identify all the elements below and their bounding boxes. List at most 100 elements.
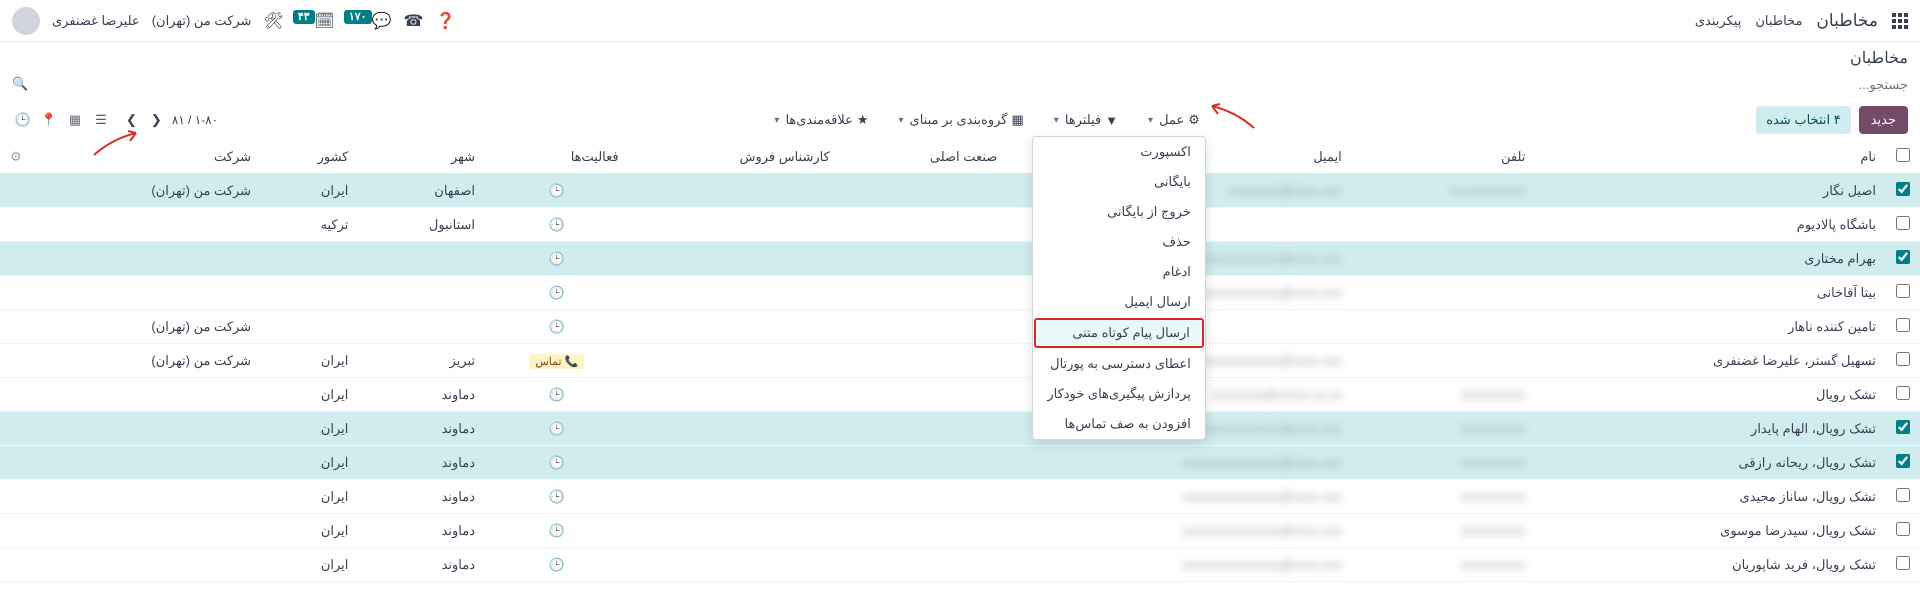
col-industry[interactable]: صنعت اصلی	[840, 140, 1007, 174]
activity-clock-icon[interactable]: 🕒	[549, 183, 565, 198]
action-menu-item[interactable]: افزودن به صف تماس‌ها	[1033, 409, 1205, 439]
col-phone[interactable]: تلفن	[1352, 140, 1536, 174]
activity-clock-icon[interactable]: 🕒	[549, 455, 565, 470]
row-checkbox[interactable]	[1896, 284, 1910, 298]
nav-link-contacts[interactable]: مخاطبان	[1755, 13, 1802, 29]
cell-country: ایران	[261, 412, 358, 446]
activity-clock-icon[interactable]: 🕒	[549, 319, 565, 334]
kanban-view-icon[interactable]: ▦	[64, 109, 86, 131]
row-checkbox[interactable]	[1896, 420, 1910, 434]
action-menu-item[interactable]: ارسال پیام کوتاه متنی	[1034, 318, 1204, 348]
row-checkbox[interactable]	[1896, 386, 1910, 400]
select-all-checkbox[interactable]	[1896, 148, 1910, 162]
user-name[interactable]: علیرضا غضنفری	[52, 13, 140, 29]
cell-email: xxxxxxxxxxxxxxx@xxxx.xxx	[1007, 480, 1352, 514]
action-menu-item[interactable]: اکسپورت	[1033, 137, 1205, 167]
table-row[interactable]: تشک رویالvvvvvvvvvvxxxxxxxx@xxxxx.xx.xx🕒…	[0, 378, 1920, 412]
cell-phone	[1352, 344, 1536, 378]
pager-next[interactable]: ❯	[122, 110, 141, 130]
col-country[interactable]: کشور	[261, 140, 358, 174]
table-row[interactable]: تسهیل گستر، علیرضا غضنفریxxxxxxxxxxxxxxx…	[0, 344, 1920, 378]
cell-industry	[840, 480, 1007, 514]
pager-prev[interactable]: ❮	[147, 110, 166, 130]
contacts-table: نام تلفن ایمیل صنعت اصلی کارشناس فروش فع…	[0, 140, 1920, 582]
messaging-icon[interactable]: 💬۱۷۰	[347, 11, 392, 31]
gear-icon: ⚙	[1188, 112, 1200, 128]
cell-company: شرکت من (تهران)	[32, 344, 261, 378]
help-icon[interactable]: ❓	[435, 11, 455, 31]
action-menu-item[interactable]: بایگانی	[1033, 167, 1205, 197]
row-checkbox[interactable]	[1896, 488, 1910, 502]
row-checkbox[interactable]	[1896, 522, 1910, 536]
table-row[interactable]: تشک رویال، فرید شاپوریانvvvvvvvvvvxxxxxx…	[0, 548, 1920, 582]
activity-clock-icon[interactable]: 🕒	[549, 285, 565, 300]
column-settings-icon[interactable]: ⚙	[10, 149, 22, 164]
action-menu-item[interactable]: حذف	[1033, 227, 1205, 257]
cell-name: باشگاه پالادیوم	[1535, 208, 1886, 242]
activity-clock-icon[interactable]: 🕒	[549, 523, 565, 538]
filters-trigger[interactable]: ▼ فیلترها	[1048, 108, 1124, 132]
calendar-icon[interactable]: 🗓۴۳	[296, 11, 335, 31]
nav-link-config[interactable]: پیکربندی	[1695, 13, 1741, 29]
col-company[interactable]: شرکت	[32, 140, 261, 174]
activity-clock-icon[interactable]: 🕒	[549, 557, 565, 572]
cell-activity: 🕒	[485, 446, 629, 480]
search-input[interactable]	[36, 77, 1908, 92]
row-checkbox[interactable]	[1896, 556, 1910, 570]
table-row[interactable]: تشک رویال، سیدرضا موسویvvvvvvvvvvxxxxxxx…	[0, 514, 1920, 548]
table-row[interactable]: اصیل نگارvv-vvvvvvvvvxxxxxxxx@xxxx.xxx🕒ا…	[0, 174, 1920, 208]
row-checkbox[interactable]	[1896, 216, 1910, 230]
cell-company: شرکت من (تهران)	[32, 310, 261, 344]
row-checkbox[interactable]	[1896, 454, 1910, 468]
action-menu-item[interactable]: پردازش پیگیری‌های خودکار	[1033, 379, 1205, 409]
cell-phone: vvvvvvvvvv	[1352, 446, 1536, 480]
action-menu-trigger[interactable]: ⚙ عمل	[1142, 108, 1206, 132]
cell-city: دماوند	[358, 412, 485, 446]
cell-country	[261, 242, 358, 276]
activity-clock-icon[interactable]: 🕒	[549, 387, 565, 402]
groupby-trigger[interactable]: ▦ گروه‌بندی بر مبنای	[893, 108, 1030, 132]
company-selector[interactable]: شرکت من (تهران)	[152, 13, 252, 29]
row-checkbox[interactable]	[1896, 318, 1910, 332]
table-row[interactable]: بیتا آقاخانیxxxxxxxxxxxxxxx@xxxx.xxx🕒	[0, 276, 1920, 310]
row-checkbox[interactable]	[1896, 250, 1910, 264]
table-row[interactable]: باشگاه پالادیوم🕒استانبولترکیه	[0, 208, 1920, 242]
col-city[interactable]: شهر	[358, 140, 485, 174]
activity-clock-icon[interactable]: 🕒	[549, 251, 565, 266]
col-salesperson[interactable]: کارشناس فروش	[629, 140, 840, 174]
list-view-icon[interactable]: ☰	[90, 109, 112, 131]
action-menu-item[interactable]: ادغام	[1033, 257, 1205, 287]
cell-country: ایران	[261, 480, 358, 514]
table-row[interactable]: تشک رویال، ریحانه رازقیvvvvvvvvvvxxxxxxx…	[0, 446, 1920, 480]
action-menu-item[interactable]: خروج از بایگانی	[1033, 197, 1205, 227]
selected-count-button[interactable]: ۴ انتخاب شده	[1756, 106, 1850, 134]
table-row[interactable]: تامین کننده ناهار🕒شرکت من (تهران)	[0, 310, 1920, 344]
cell-name: تشک رویال، الهام پایدار	[1535, 412, 1886, 446]
activity-phone-tag[interactable]: 📞 تماس	[529, 354, 584, 369]
action-menu-item[interactable]: ارسال ایمیل	[1033, 287, 1205, 317]
table-row[interactable]: تشک رویال، الهام پایدارvvvvvvvvvvxxxxxxx…	[0, 412, 1920, 446]
favorites-trigger[interactable]: ★ علاقه‌مندی‌ها	[768, 108, 874, 132]
row-checkbox[interactable]	[1896, 352, 1910, 366]
activity-view-icon[interactable]: 🕒	[12, 109, 34, 131]
activity-clock-icon[interactable]: 🕒	[549, 489, 565, 504]
new-button[interactable]: جدید	[1859, 106, 1908, 134]
search-icon[interactable]: 🔍	[12, 76, 28, 92]
cell-salesperson	[629, 344, 840, 378]
col-activities[interactable]: فعالیت‌ها	[485, 140, 629, 174]
row-checkbox[interactable]	[1896, 182, 1910, 196]
cell-country	[261, 276, 358, 310]
activity-clock-icon[interactable]: 🕒	[549, 421, 565, 436]
map-view-icon[interactable]: 📍	[38, 109, 60, 131]
cell-salesperson	[629, 446, 840, 480]
activity-clock-icon[interactable]: 🕒	[549, 217, 565, 232]
debug-icon[interactable]: 🛠	[263, 11, 283, 31]
activities-icon[interactable]: ☎	[404, 11, 424, 31]
table-row[interactable]: تشک رویال، ساناز مجیدیvvvvvvvvvvxxxxxxxx…	[0, 480, 1920, 514]
cell-email: xxxxxxxxxxxxxxx@xxxx.xxx	[1007, 446, 1352, 480]
table-row[interactable]: بهرام مختاریxxxxxxxxxxxxxxx@xxxx.xxx🕒	[0, 242, 1920, 276]
action-menu-item[interactable]: اعطای دسترسی به پورتال	[1033, 349, 1205, 379]
apps-icon[interactable]	[1892, 13, 1908, 29]
avatar[interactable]	[12, 7, 40, 35]
col-name[interactable]: نام	[1535, 140, 1886, 174]
